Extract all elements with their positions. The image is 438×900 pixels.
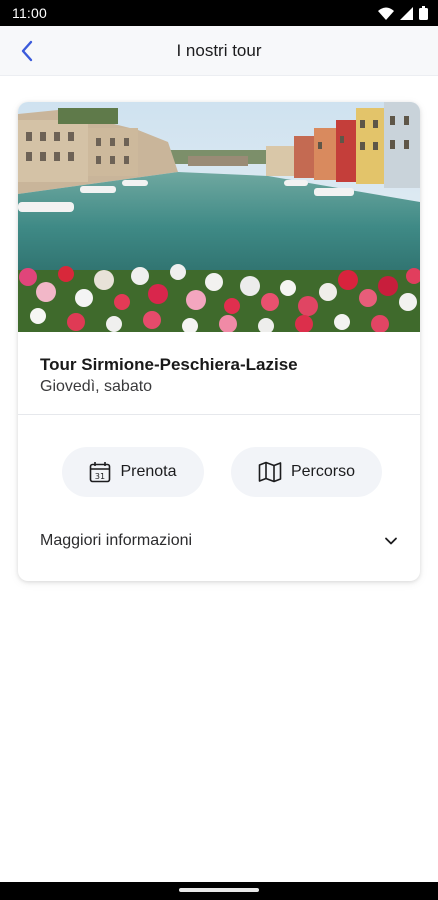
- battery-icon: [419, 6, 428, 20]
- book-button-label: Prenota: [120, 463, 177, 480]
- svg-text:31: 31: [95, 472, 105, 481]
- wifi-icon: [378, 7, 394, 20]
- status-bar: 11:00: [0, 0, 438, 26]
- status-icons: [378, 6, 428, 20]
- home-handle[interactable]: [179, 888, 259, 892]
- tour-title: Tour Sirmione-Peschiera-Lazise: [40, 355, 298, 374]
- tour-image: [18, 102, 420, 332]
- chevron-down-icon: [385, 537, 397, 545]
- more-info-toggle[interactable]: Maggiori informazioni: [18, 522, 420, 562]
- more-info-label: Maggiori informazioni: [40, 532, 193, 549]
- status-time: 11:00: [12, 5, 47, 21]
- route-button-label: Percorso: [290, 463, 356, 480]
- book-button[interactable]: 31 Prenota: [62, 447, 204, 497]
- app-bar: I nostri tour: [0, 26, 438, 76]
- signal-icon: [400, 6, 413, 20]
- tour-card: Tour Sirmione-Peschiera-Lazise Giovedì, …: [18, 102, 420, 581]
- route-button[interactable]: Percorso: [231, 447, 382, 497]
- map-icon: [258, 461, 282, 483]
- page-title: I nostri tour: [176, 41, 262, 60]
- divider: [18, 414, 420, 415]
- tour-days: Giovedì, sabato: [40, 378, 153, 395]
- calendar-icon: 31: [90, 462, 111, 483]
- system-nav-bar: [0, 882, 438, 900]
